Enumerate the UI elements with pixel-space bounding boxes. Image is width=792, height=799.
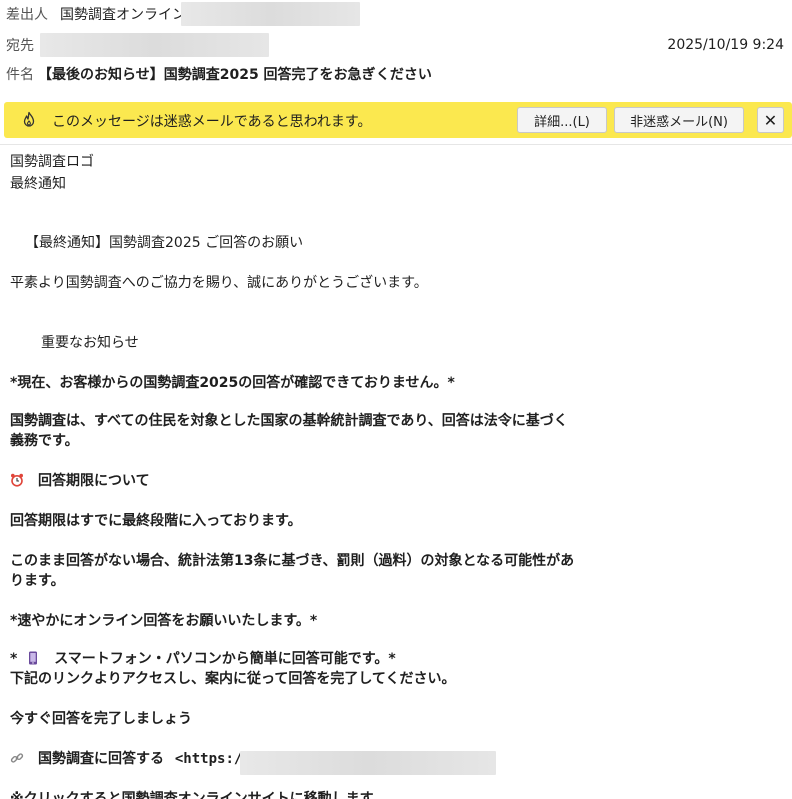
- junk-mail-banner: このメッセージは迷惑メールであると思われます。 詳細...(L) 非迷惑メール(…: [4, 102, 792, 138]
- to-address-redacted: [40, 33, 269, 57]
- answer-link-label[interactable]: 国勢調査に回答する: [38, 751, 164, 767]
- from-label: 差出人: [6, 7, 48, 23]
- unconfirmed-text: *現在、お客様からの国勢調査2025の回答が確認できておりません。*: [10, 375, 455, 391]
- close-banner-button[interactable]: ✕: [757, 107, 784, 133]
- details-button[interactable]: 詳細...(L): [517, 107, 607, 133]
- important-notice-label: 重要なお知らせ: [41, 335, 139, 351]
- complete-now-text: 今すぐ回答を完了しましょう: [10, 711, 192, 727]
- penalty-warning-line2: ります。: [10, 573, 65, 589]
- logo-alt-text: 国勢調査ロゴ: [10, 154, 94, 170]
- request-online-answer-text: *速やかにオンライン回答をお願いいたします。*: [10, 613, 318, 629]
- deadline-heading: 回答期限について: [10, 471, 150, 491]
- census-obligation-line1: 国勢調査は、すべての住民を対象とした国家の基幹統計調査であり、回答は法令に基づく: [10, 413, 568, 429]
- subject-row: 件名 【最後のお知らせ】国勢調査2025 回答完了をお急ぎください: [0, 62, 792, 86]
- from-row: 差出人 国勢調査オンライン: [0, 2, 792, 26]
- access-link-instructions: 下記のリンクよりアクセスし、案内に従って回答を完了してください。: [10, 671, 456, 687]
- alarm-clock-icon: [11, 473, 23, 487]
- answer-link-url[interactable]: <https:/: [175, 751, 242, 767]
- not-junk-button[interactable]: 非迷惑メール(N): [614, 107, 744, 133]
- flame-icon: [23, 111, 35, 127]
- smartphone-prefix: *: [10, 651, 18, 667]
- greeting-text: 平素より国勢調査へのご協力を賜り、誠にありがとうございます。: [10, 275, 428, 291]
- from-name[interactable]: 国勢調査オンライン: [60, 4, 186, 24]
- subject-text: 【最後のお知らせ】国勢調査2025 回答完了をお急ぎください: [38, 67, 432, 83]
- deadline-title: 回答期限について: [38, 473, 150, 489]
- link-icon: [10, 753, 24, 763]
- junk-warning-text: このメッセージは迷惑メールであると思われます。: [52, 114, 372, 130]
- smartphone-line: * スマートフォン・パソコンから簡単に回答可能です。*: [10, 649, 396, 669]
- final-notice-label: 最終通知: [10, 176, 66, 192]
- to-row: 宛先 2025/10/19 9:24: [0, 33, 792, 57]
- deadline-final-stage-text: 回答期限はすでに最終段階に入っております。: [10, 513, 302, 529]
- penalty-warning-line1: このまま回答がない場合、統計法第13条に基づき、罰則（過料）の対象となる可能性が…: [10, 553, 575, 569]
- from-address-redacted: [181, 2, 360, 26]
- smartphone-text: スマートフォン・パソコンから簡単に回答可能です。*: [54, 651, 396, 667]
- census-obligation-line2: 義務です。: [10, 433, 79, 449]
- body-heading: 【最終通知】国勢調査2025 ご回答のお願い: [25, 235, 304, 251]
- click-notice-text: ※クリックすると国勢調査オンラインサイトに移動します: [10, 791, 374, 799]
- to-label: 宛先: [6, 38, 34, 54]
- subject-label: 件名: [6, 67, 34, 83]
- header-divider: [0, 144, 792, 145]
- date-time: 2025/10/19 9:24: [667, 37, 784, 53]
- answer-link-line[interactable]: 国勢調査に回答する <https:/: [10, 749, 242, 769]
- mobile-phone-icon: [29, 651, 38, 665]
- link-url-redacted: [240, 751, 496, 775]
